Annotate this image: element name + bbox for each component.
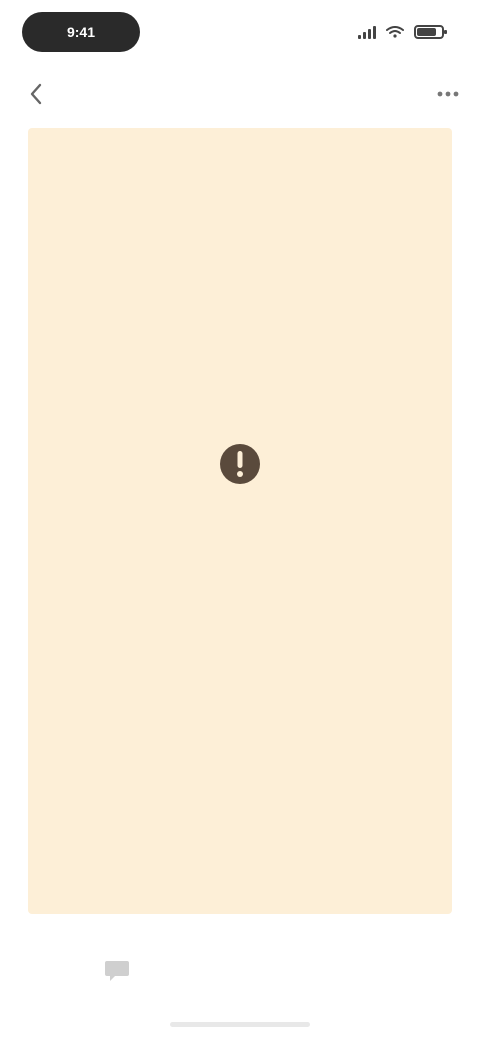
- message-icon: [100, 953, 134, 987]
- chevron-left-icon: [30, 83, 42, 105]
- status-time: 9:41: [22, 12, 140, 52]
- battery-icon: [414, 25, 447, 39]
- status-indicators: [358, 20, 447, 44]
- content-card: [28, 128, 452, 914]
- back-button[interactable]: [22, 80, 50, 108]
- status-bar: 9:41: [0, 0, 480, 66]
- home-indicator: [170, 1022, 310, 1027]
- signal-icon: [358, 25, 376, 39]
- wifi-icon: [386, 26, 404, 38]
- nav-bar: [0, 70, 480, 118]
- bottom-bar[interactable]: [100, 950, 380, 990]
- more-button[interactable]: [434, 80, 462, 108]
- ellipsis-icon: [437, 91, 459, 97]
- warning-icon: [216, 440, 264, 488]
